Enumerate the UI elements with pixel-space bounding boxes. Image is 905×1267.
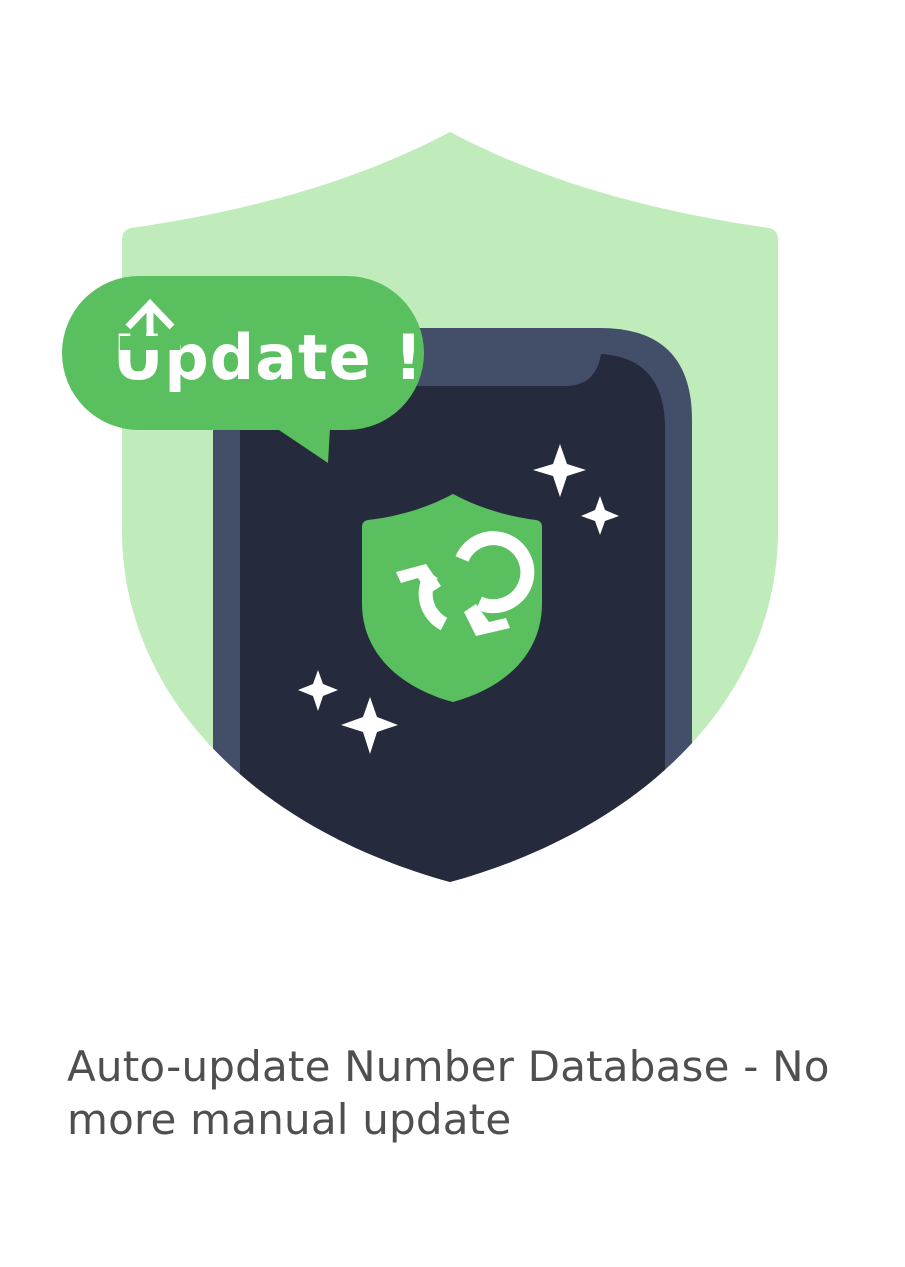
onboarding-illustration: Update ! [0, 0, 905, 960]
badge-text: Update ! [113, 321, 424, 394]
feature-caption: Auto-update Number Database - No more ma… [67, 1042, 830, 1144]
